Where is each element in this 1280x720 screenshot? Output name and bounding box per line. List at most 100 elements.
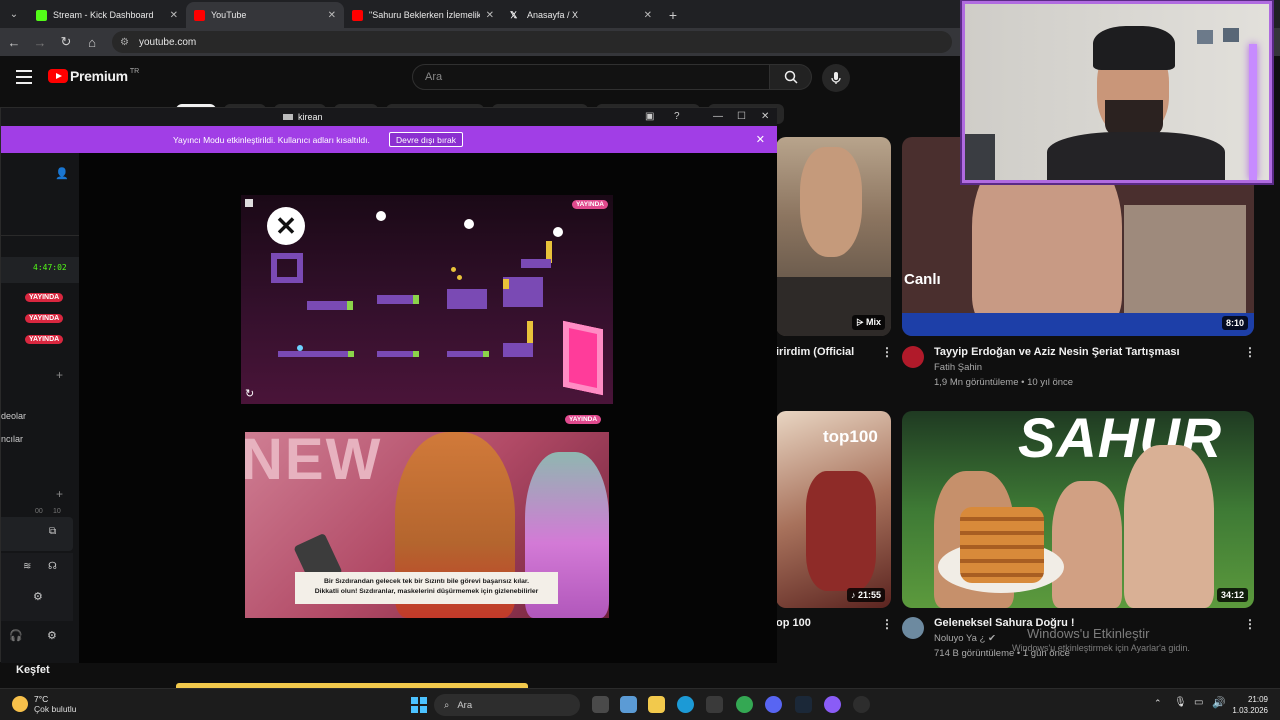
youtube-play-icon [48,69,68,83]
tab-label: "Sahuru Beklerken İzlemelik Ed [369,10,480,20]
subtitle-line: Bir Sızdırandan gelecek tek bir Sızıntı … [323,578,530,585]
tab-youtube-video[interactable]: "Sahuru Beklerken İzlemelik Ed ✕ [344,2,502,28]
obs-icon[interactable] [853,696,870,713]
voice-search-button[interactable] [822,64,850,92]
add-icon[interactable]: + [56,487,63,501]
video-title[interactable]: irirdim (Official [776,346,854,358]
tab-search-chevron-icon[interactable]: ⌄ [0,0,28,28]
mix-badge: ⩥ Mix [852,315,885,330]
task-view-icon[interactable] [592,696,609,713]
channel-name[interactable]: Fatih Şahin [934,362,982,373]
youtube-favicon-icon [352,9,363,21]
video-thumbnail[interactable]: ⩥ Mix [776,137,891,336]
live-badge: YAYINDA [25,293,64,302]
minimize-icon[interactable]: — [713,111,723,122]
channel-avatar[interactable] [902,346,924,368]
taskbar-search[interactable]: ⌕ Ara [434,694,580,716]
gear-icon[interactable]: ⚙ [47,629,57,642]
maximize-icon[interactable]: ☐ [737,111,746,122]
home-icon[interactable]: ⌂ [80,30,104,54]
more-options-icon[interactable]: ⋮ [881,617,893,631]
steam-icon[interactable] [795,696,812,713]
picture-in-picture-icon[interactable]: ▣ [645,111,654,122]
video-title[interactable]: Tayyip Erdoğan ve Aziz Nesin Şeriat Tart… [934,346,1180,358]
floor-platform [377,351,413,357]
microphone-icon[interactable]: 🎙 [1174,697,1187,708]
platform-edge [348,351,354,357]
purple-light-strip [1249,44,1257,180]
audio-waveform-icon[interactable]: ≋ [23,561,31,572]
video-thumbnail[interactable]: SAHUR 34:12 [902,411,1254,608]
channel-name[interactable]: Noluyo Ya ¿ ✔ [934,633,996,644]
address-bar[interactable]: ⚙ youtube.com [112,31,952,53]
yellow-bar [503,279,509,289]
forward-arrow-icon[interactable]: → [28,30,52,54]
windows-activation-title: Windows'u Etkinleştir [1027,626,1150,641]
video-duration: 8:10 [1221,316,1248,330]
headset-icon[interactable]: ☊ [48,561,57,572]
close-window-icon[interactable]: ✕ [761,111,769,122]
app-icon[interactable] [824,696,841,713]
back-arrow-icon[interactable]: ← [2,30,26,54]
yellow-bar [527,321,533,343]
video-thumbnail[interactable]: top100 ♪ 21:55 [776,411,891,608]
microphone-icon [831,72,841,84]
windows-start-icon[interactable] [411,697,427,713]
search-button[interactable] [770,64,812,90]
canli-overlay-text: Canlı [904,271,941,288]
help-icon[interactable]: ? [674,111,680,122]
store-icon[interactable] [706,696,723,713]
youtube-logo[interactable]: Premium TR [48,68,139,84]
thumbnail-woman-shape [1124,205,1246,315]
close-banner-icon[interactable]: ✕ [756,133,765,146]
disable-streamer-mode-button[interactable]: Devre dışı bırak [389,132,463,147]
explore-section-title: Keşfet [16,664,50,676]
platform-edge [413,351,419,357]
tab-label: Anasayfa / X [527,10,579,20]
tray-chevron-icon[interactable]: ⌃ [1154,698,1162,709]
taskbar-clock[interactable]: 21:09 1.03.2026 [1232,694,1268,716]
reload-icon[interactable]: ↻ [54,30,78,54]
settings-gear-icon[interactable]: ⚙ [33,590,43,603]
volume-icon[interactable]: 🔊 [1212,696,1226,709]
more-options-icon[interactable]: ⋮ [881,345,893,359]
discord-icon[interactable] [765,696,782,713]
counter: 10 [53,508,61,515]
add-user-icon[interactable]: 👤 [55,167,69,180]
counter: 00 [35,508,43,515]
player-block [271,253,303,283]
thumbnail-person-mid [1052,481,1122,608]
channel-avatar[interactable] [902,617,924,639]
widgets-icon[interactable] [620,696,637,713]
search-input[interactable]: Ara [412,64,770,90]
menu-hamburger-icon[interactable] [16,70,32,84]
video-title[interactable]: op 100 [776,617,811,629]
webcam-overlay [962,1,1272,183]
search-icon: ⌕ [444,699,450,711]
network-icon[interactable]: ▭ [1194,697,1203,708]
new-tab-button[interactable]: + [660,2,686,28]
sidebar-label[interactable]: deolar [1,411,26,421]
close-tab-icon[interactable]: ✕ [170,10,178,21]
close-tab-icon[interactable]: ✕ [328,10,336,21]
tab-x[interactable]: 𝕏 Anasayfa / X ✕ [502,2,660,28]
site-info-icon[interactable]: ⚙ [120,37,129,48]
more-options-icon[interactable]: ⋮ [1244,617,1256,631]
popup-left-sidebar: 👤 4:47:02 YAYINDA YAYINDA YAYINDA + deol… [1,153,79,663]
more-options-icon[interactable]: ⋮ [1244,345,1256,359]
chat-popout-icon[interactable]: ⧉ [49,526,56,537]
headphones-icon[interactable]: 🎧 [9,629,23,642]
tab-youtube[interactable]: YouTube ✕ [186,2,344,28]
add-icon[interactable]: + [56,368,63,382]
sidebar-label[interactable]: ncılar [1,434,23,444]
player-ball [297,345,303,351]
chrome-icon[interactable] [736,696,753,713]
weather-widget[interactable]: 7°C Çok bulutlu [12,694,77,714]
close-tab-icon[interactable]: ✕ [644,10,652,21]
thumbnail-pide-stack [960,507,1044,583]
close-tab-icon[interactable]: ✕ [486,10,494,21]
edge-icon[interactable] [677,696,694,713]
file-explorer-icon[interactable] [648,696,665,713]
video-duration: 34:12 [1216,588,1248,602]
tab-kick-dashboard[interactable]: Stream - Kick Dashboard ✕ [28,2,186,28]
